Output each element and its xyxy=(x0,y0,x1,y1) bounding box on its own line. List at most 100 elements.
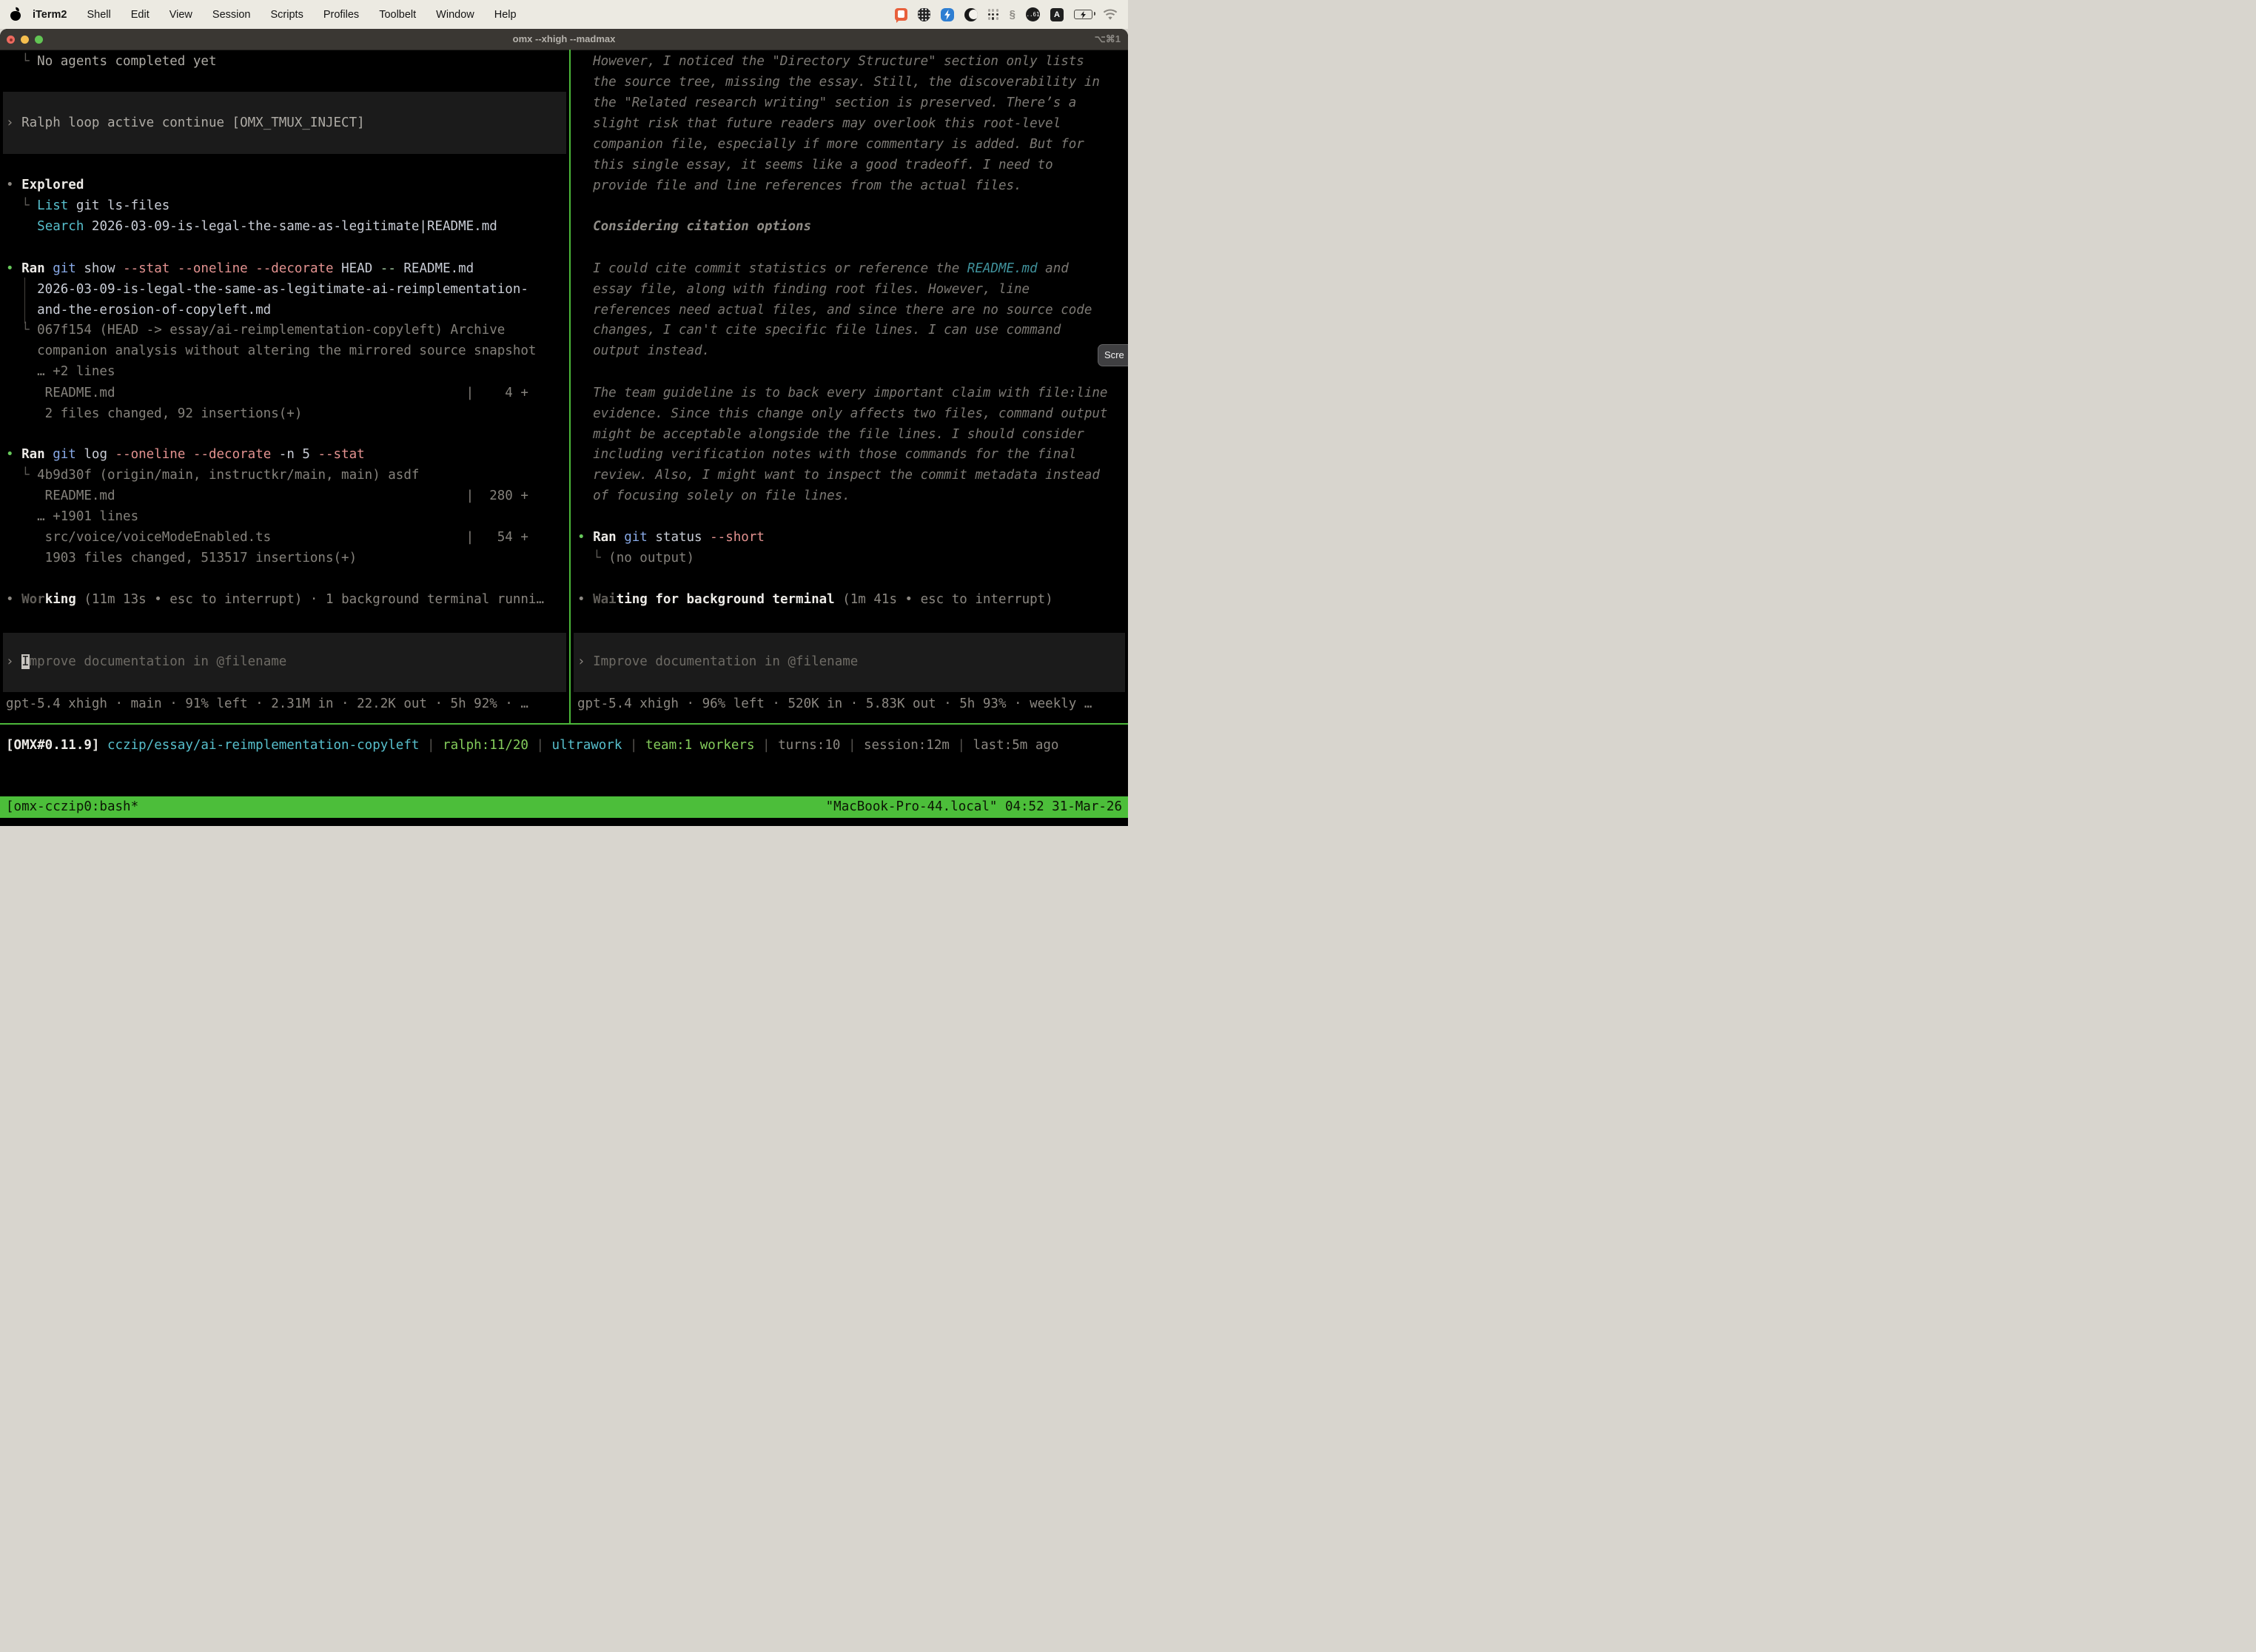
apple-menu-icon[interactable] xyxy=(10,8,21,21)
text-segment: --decorate xyxy=(255,261,333,276)
text-segment: team:1 workers xyxy=(645,738,755,753)
text-segment: [OMX#0.11.9] xyxy=(6,738,99,753)
text-segment: session:12m xyxy=(864,738,950,753)
omx-status-bar: [OMX#0.11.9] cczip/essay/ai-reimplementa… xyxy=(0,725,1128,796)
text-segment: | xyxy=(528,738,552,753)
screen-popover-button[interactable]: Scre xyxy=(1098,344,1128,366)
text-segment: references need actual files, and since … xyxy=(577,303,1092,318)
tmux-window-label[interactable]: [omx-cczip0:bash* xyxy=(6,796,138,818)
terminal-line: › Ralph loop active continue [OMX_TMUX_I… xyxy=(6,113,365,133)
text-segment: Ran xyxy=(593,530,617,545)
text-segment: --stat xyxy=(318,447,364,462)
text-segment: 2026-03-09-is-legal-the-same-as-legitima… xyxy=(84,219,497,234)
terminal-line: evidence. Since this change only affects… xyxy=(577,403,1107,424)
terminal-line: [OMX#0.11.9] cczip/essay/ai-reimplementa… xyxy=(6,735,1058,756)
text-segment: including verification notes with those … xyxy=(577,447,1076,462)
menu-item-window[interactable]: Window xyxy=(436,9,474,21)
text-segment: 2026-03-09-is-legal-the-same-as-legitima… xyxy=(6,282,528,297)
terminal-line: and-the-erosion-of-copyleft.md xyxy=(6,300,271,320)
text-segment: Wor xyxy=(21,592,45,607)
text-segment: --oneline xyxy=(115,447,186,462)
moon-icon[interactable] xyxy=(964,8,978,21)
terminal-line: Search 2026-03-09-is-legal-the-same-as-l… xyxy=(6,216,497,237)
text-segment xyxy=(45,261,53,276)
terminal-line: • Waiting for background terminal (1m 41… xyxy=(577,589,1053,610)
text-segment xyxy=(185,447,193,462)
terminal-line: I could cite commit statistics or refere… xyxy=(577,258,1069,279)
terminal-line: the "Related research writing" section i… xyxy=(577,93,1076,113)
menu-item-session[interactable]: Session xyxy=(212,9,251,21)
text-segment: I xyxy=(21,654,30,669)
text-segment: • xyxy=(577,592,593,607)
menu-bar: iTerm2 Shell Edit View Session Scripts Profile… xyxy=(0,0,1128,29)
privacy-shield-icon[interactable] xyxy=(918,8,930,21)
wifi-icon[interactable] xyxy=(1103,9,1118,21)
terminal-line: README.md | 280 + xyxy=(6,486,528,506)
text-segment: List xyxy=(37,198,68,213)
text-segment: README.md xyxy=(396,261,474,276)
text-segment: slight risk that future readers may over… xyxy=(577,116,1061,131)
pane-divider[interactable] xyxy=(569,50,571,723)
terminal-line: this single essay, it seems like a good … xyxy=(577,155,1053,175)
terminal-pane-left[interactable]: └ No agents completed yet › Ralph loop ac… xyxy=(0,50,569,723)
text-segment: Search xyxy=(37,219,84,234)
menu-status-icons: § ..61 A xyxy=(895,7,1128,21)
text-segment: -- xyxy=(380,261,396,276)
menu-item-view[interactable]: View xyxy=(169,9,192,21)
text-segment: the source tree, missing the essay. Stil… xyxy=(577,75,1100,90)
text-segment: and xyxy=(1038,261,1069,276)
menu-item-iterm2[interactable]: iTerm2 xyxy=(33,9,67,21)
terminal-line: Considering citation options xyxy=(577,216,811,237)
terminal-line: › Improve documentation in @filename xyxy=(577,651,858,672)
terminal-line: 2 files changed, 92 insertions(+) xyxy=(6,403,302,424)
menu-item-profiles[interactable]: Profiles xyxy=(323,9,359,21)
text-segment: changes, I can't cite specific file line… xyxy=(577,323,1061,338)
window-title: omx --xhigh --madmax xyxy=(0,29,1128,50)
terminal-line: gpt-5.4 xhigh · main · 91% left · 2.31M … xyxy=(6,694,528,714)
terminal-line: • Ran git status --short xyxy=(577,527,765,548)
text-segment: cczip/essay/ai-reimplementation-copyleft xyxy=(107,738,419,753)
menu-item-shell[interactable]: Shell xyxy=(87,9,110,21)
text-segment: ting for background terminal xyxy=(617,592,835,607)
squiggle-icon[interactable]: § xyxy=(1010,8,1015,21)
text-segment: └ xyxy=(577,551,608,565)
text-segment: and-the-erosion-of-copyleft.md xyxy=(6,303,271,318)
text-segment: README.md xyxy=(967,261,1038,276)
text-segment: --short xyxy=(710,530,765,545)
terminal-line: might be acceptable alongside the file l… xyxy=(577,424,1084,445)
text-segment: 2 files changed, 92 insertions(+) xyxy=(6,406,302,421)
text-segment: However, I noticed the "Directory Struct… xyxy=(577,54,1084,69)
text-segment: companion file, especially if more comme… xyxy=(577,137,1084,152)
terminal-line: └ No agents completed yet xyxy=(6,51,216,72)
menu-items: iTerm2 Shell Edit View Session Scripts Profile… xyxy=(33,9,517,21)
window-shortcut-badge: ⌥⌘1 xyxy=(1095,29,1121,50)
bolt-badge-icon[interactable] xyxy=(941,8,954,21)
chat-app-icon[interactable] xyxy=(895,8,907,21)
menu-item-edit[interactable]: Edit xyxy=(131,9,150,21)
dots-grid-icon[interactable] xyxy=(988,9,999,20)
text-segment: HEAD xyxy=(334,261,380,276)
text-segment xyxy=(6,219,37,234)
text-segment: └ xyxy=(6,323,37,338)
terminal-line: output instead. xyxy=(577,340,710,361)
terminal-line: provide file and line references from th… xyxy=(577,175,1022,196)
menu-item-scripts[interactable]: Scripts xyxy=(271,9,303,21)
terminal-pane-right[interactable]: However, I noticed the "Directory Struct… xyxy=(571,50,1128,723)
terminal-line: The team guideline is to back every impo… xyxy=(577,383,1107,403)
text-segment: The team guideline is to back every impo… xyxy=(577,386,1107,400)
text-segment: | xyxy=(950,738,973,753)
text-segment: | xyxy=(419,738,443,753)
text-segment xyxy=(45,447,53,462)
text-segment: gpt-5.4 xhigh · main · 91% left · 2.31M … xyxy=(6,696,528,711)
text-segment: └ xyxy=(6,198,37,213)
terminal-line: 2026-03-09-is-legal-the-same-as-legitima… xyxy=(6,279,528,300)
battery-icon[interactable] xyxy=(1074,10,1092,19)
menu-item-help[interactable]: Help xyxy=(494,9,517,21)
terminal-line: 1903 files changed, 513517 insertions(+) xyxy=(6,548,357,568)
menu-item-toolbelt[interactable]: Toolbelt xyxy=(379,9,416,21)
text-segment: • xyxy=(577,530,593,545)
text-segment: git xyxy=(624,530,648,545)
a-key-icon[interactable]: A xyxy=(1050,8,1064,21)
timer-badge-icon[interactable]: ..61 xyxy=(1026,7,1040,21)
window-title-bar[interactable]: omx --xhigh --madmax ⌥⌘1 xyxy=(0,29,1128,50)
